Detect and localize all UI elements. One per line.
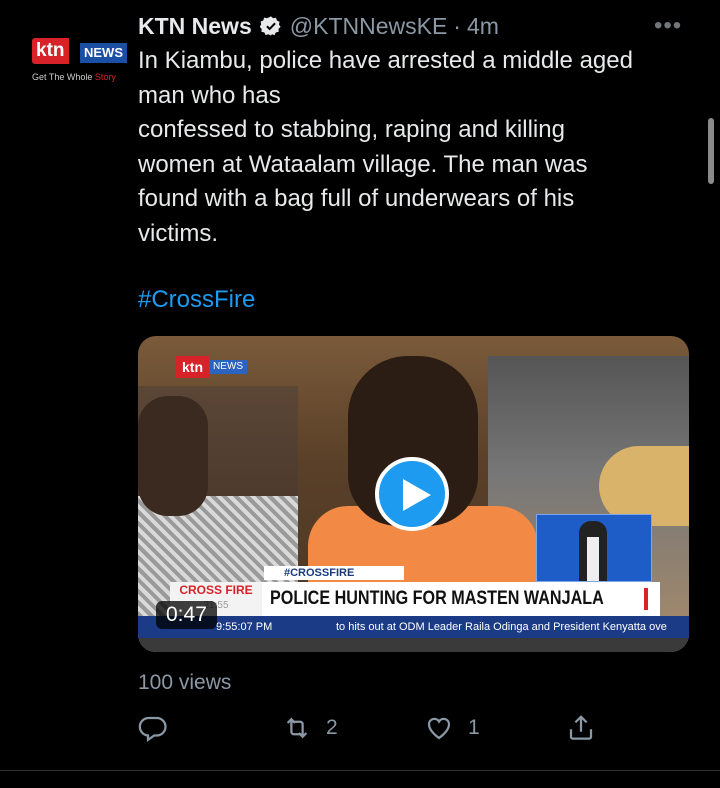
tweet-text-line: In Kiambu, police have arrested a middle… [138,47,633,74]
like-button[interactable]: 1 [424,708,480,748]
tweet-text-line: women at Wataalam village. The man was [138,150,588,178]
like-count: 1 [468,716,480,739]
retweet-button[interactable]: 2 [282,708,338,748]
more-options-icon[interactable]: ••• [654,12,682,40]
scrollbar[interactable] [708,118,714,184]
view-count[interactable]: 100 views [138,671,231,695]
retweet-count: 2 [326,716,338,739]
tweet-text-line: victims. [138,219,218,247]
tweet-text-line: man who has [138,81,281,109]
ticker-text: to hits out at ODM Leader Raila Odinga a… [336,621,667,633]
retweet-icon [286,717,308,739]
lower-third: CROSS FIRE 21:55 POLICE HUNTING FOR MAST… [170,582,660,616]
channel-logo: ktn NEWS [176,356,247,378]
play-button[interactable] [375,457,449,531]
display-name[interactable]: KTN News [138,13,252,40]
ticker-bottom-bar [138,638,689,652]
hashtag-link[interactable]: #CrossFire [138,286,255,314]
tweet-header: KTN News @KTNNewsKE · 4m [138,10,499,42]
avatar[interactable]: ktn NEWS Get The Whole Story [24,30,127,90]
avatar-logo-news: NEWS [80,43,127,63]
video-player[interactable]: ktn NEWS #CROSSFIRE CROSS FIRE 21:55 POL… [138,336,689,652]
tweet-text-line: found with a bag full of underwears of h… [138,185,575,212]
reply-button[interactable] [138,708,168,748]
channel-logo-news: NEWS [209,360,247,374]
verified-badge-icon [259,16,281,36]
tweet-text-line: confessed to stabbing, raping and killin… [138,116,565,143]
share-button[interactable] [566,708,596,748]
crossfire-strap: #CROSSFIRE [264,566,404,580]
action-bar: 2 1 [138,708,608,748]
avatar-tagline: Get The Whole Story [32,72,116,82]
separator-dot: · [453,12,461,39]
video-duration: 0:47 [156,601,217,629]
tweet-text: In Kiambu, police have arrested a middle… [138,44,708,251]
sign-language-inset [536,514,652,582]
news-ticker: 9:55:07 PM to hits out at ODM Leader Rail… [138,616,689,638]
video-person-left [138,396,208,516]
sign-interpreter-shirt [587,537,599,581]
handle[interactable]: @KTNNewsKE [290,13,448,40]
headline-accent [644,588,648,610]
reply-icon [138,716,167,743]
play-icon [403,479,431,511]
channel-logo-ktn: ktn [176,356,209,378]
heart-icon [427,717,451,740]
tweet-divider [0,770,720,771]
avatar-logo-ktn: ktn [32,38,69,64]
tweet-time[interactable]: 4m [467,13,499,40]
share-icon [569,715,593,740]
news-headline: POLICE HUNTING FOR MASTEN WANJALA [270,588,604,609]
show-name: CROSS FIRE [179,583,253,597]
